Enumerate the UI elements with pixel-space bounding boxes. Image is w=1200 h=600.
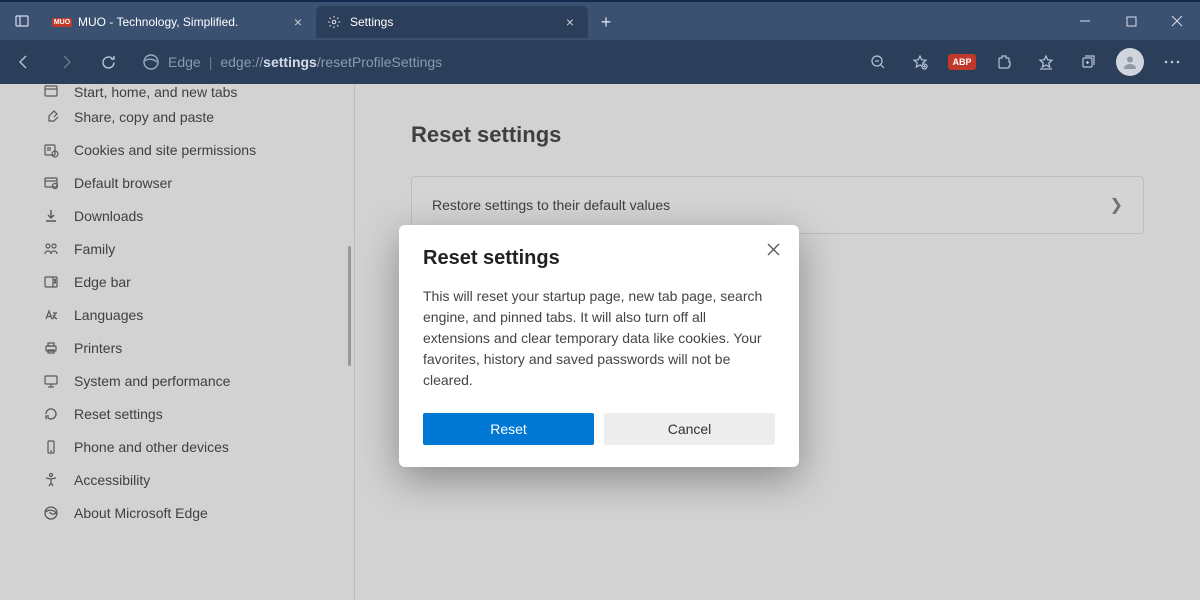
sidebar-item-label: Default browser xyxy=(74,175,172,191)
zoom-button[interactable] xyxy=(858,44,898,80)
sidebar-item-accessibility[interactable]: Accessibility xyxy=(28,463,355,496)
printer-icon xyxy=(42,339,60,357)
more-button[interactable] xyxy=(1152,44,1192,80)
sidebar-item-system[interactable]: System and performance xyxy=(28,364,355,397)
dialog-close-button[interactable] xyxy=(761,237,785,261)
extensions-button[interactable] xyxy=(984,44,1024,80)
sidebar-item-label: Downloads xyxy=(74,208,143,224)
page-title: Reset settings xyxy=(411,122,1144,148)
tab-actions-button[interactable] xyxy=(0,2,44,40)
scrollbar-thumb[interactable] xyxy=(348,246,351,366)
minimize-button[interactable] xyxy=(1062,2,1108,40)
reset-settings-dialog: Reset settings This will reset your star… xyxy=(399,225,799,467)
close-icon[interactable]: × xyxy=(290,14,306,30)
maximize-button[interactable] xyxy=(1108,2,1154,40)
chevron-right-icon: ❯ xyxy=(1110,195,1123,215)
reset-icon xyxy=(42,405,60,423)
tab-title: Settings xyxy=(350,15,554,29)
sidebar-item-label: Reset settings xyxy=(74,406,163,422)
sidebar-item-label: Cookies and site permissions xyxy=(74,142,256,158)
cookie-icon xyxy=(42,141,60,159)
browser-icon xyxy=(42,174,60,192)
window-close-button[interactable] xyxy=(1154,2,1200,40)
toolbar-right: ABP xyxy=(858,44,1196,80)
new-tab-button[interactable]: + xyxy=(588,6,624,38)
language-icon xyxy=(42,306,60,324)
sidebar-item-default-browser[interactable]: Default browser xyxy=(28,166,355,199)
sidebar-item-family[interactable]: Family xyxy=(28,232,355,265)
profile-button[interactable] xyxy=(1110,44,1150,80)
sidebar-item-label: Printers xyxy=(74,340,122,356)
cancel-button[interactable]: Cancel xyxy=(604,413,775,445)
sidebar-item-downloads[interactable]: Downloads xyxy=(28,199,355,232)
sidebar-item-label: Share, copy and paste xyxy=(74,109,214,125)
addr-url: edge://settings/resetProfileSettings xyxy=(220,54,442,70)
home-icon xyxy=(42,84,60,100)
sidebar-item-start[interactable]: Start, home, and new tabs xyxy=(28,84,355,100)
sidebar-item-label: Start, home, and new tabs xyxy=(74,84,237,100)
dialog-actions: Reset Cancel xyxy=(423,413,775,445)
sidebar-item-languages[interactable]: Languages xyxy=(28,298,355,331)
tab-muo[interactable]: MUO MUO - Technology, Simplified. × xyxy=(44,6,316,38)
sidebar-item-label: Family xyxy=(74,241,115,257)
edge-icon xyxy=(42,504,60,522)
back-button[interactable] xyxy=(4,44,44,80)
sidebar-item-label: Accessibility xyxy=(74,472,150,488)
sidebar-item-edgebar[interactable]: Edge bar xyxy=(28,265,355,298)
accessibility-icon xyxy=(42,471,60,489)
sidebar-item-label: System and performance xyxy=(74,373,230,389)
tab-title: MUO - Technology, Simplified. xyxy=(78,15,282,29)
sidebar-item-reset[interactable]: Reset settings xyxy=(28,397,355,430)
address-bar[interactable]: Edge | edge://settings/resetProfileSetti… xyxy=(130,46,856,78)
refresh-button[interactable] xyxy=(88,44,128,80)
sidebar-item-label: Phone and other devices xyxy=(74,439,229,455)
sidebar-divider xyxy=(354,84,355,600)
addr-context: Edge xyxy=(168,54,201,70)
row-label: Restore settings to their default values xyxy=(432,197,670,213)
tab-settings[interactable]: Settings × xyxy=(316,6,588,38)
titlebar: MUO MUO - Technology, Simplified. × Sett… xyxy=(0,0,1200,40)
favorites-list-button[interactable] xyxy=(1026,44,1066,80)
favorite-button[interactable] xyxy=(900,44,940,80)
system-icon xyxy=(42,372,60,390)
gear-icon xyxy=(326,14,342,30)
reset-button[interactable]: Reset xyxy=(423,413,594,445)
sidebar-item-printers[interactable]: Printers xyxy=(28,331,355,364)
sidebar-item-share[interactable]: Share, copy and paste xyxy=(28,100,355,133)
edge-logo-icon xyxy=(142,53,160,71)
phone-icon xyxy=(42,438,60,456)
sidebar-item-label: About Microsoft Edge xyxy=(74,505,208,521)
dialog-body: This will reset your startup page, new t… xyxy=(423,286,775,391)
addr-separator: | xyxy=(209,54,213,70)
forward-button[interactable] xyxy=(46,44,86,80)
sidebar-item-label: Languages xyxy=(74,307,143,323)
sidebar-item-about[interactable]: About Microsoft Edge xyxy=(28,496,355,529)
sidebar-item-cookies[interactable]: Cookies and site permissions xyxy=(28,133,355,166)
share-icon xyxy=(42,108,60,126)
family-icon xyxy=(42,240,60,258)
edgebar-icon xyxy=(42,273,60,291)
dialog-title: Reset settings xyxy=(423,247,775,270)
abp-extension-button[interactable]: ABP xyxy=(942,44,982,80)
sidebar-item-label: Edge bar xyxy=(74,274,131,290)
sidebar-item-phone[interactable]: Phone and other devices xyxy=(28,430,355,463)
toolbar: Edge | edge://settings/resetProfileSetti… xyxy=(0,40,1200,84)
muo-favicon-icon: MUO xyxy=(54,14,70,30)
tabs-container: MUO MUO - Technology, Simplified. × Sett… xyxy=(44,2,1062,40)
collections-button[interactable] xyxy=(1068,44,1108,80)
download-icon xyxy=(42,207,60,225)
window-controls xyxy=(1062,2,1200,40)
close-icon[interactable]: × xyxy=(562,14,578,30)
settings-sidebar: Start, home, and new tabs Share, copy an… xyxy=(0,84,355,600)
avatar-icon xyxy=(1116,48,1144,76)
